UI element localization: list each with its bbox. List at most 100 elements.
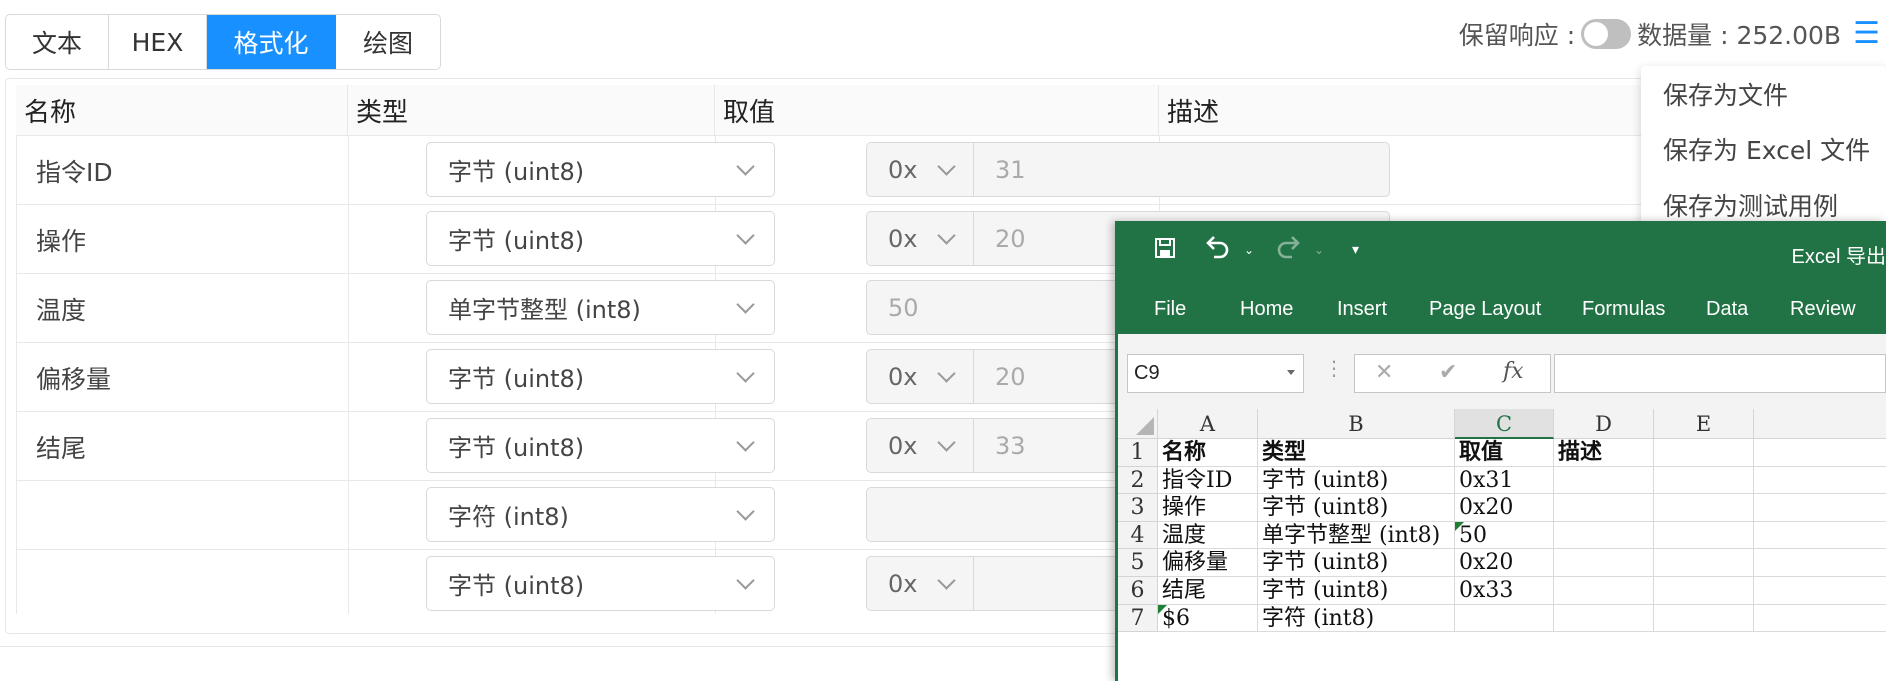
column-header-c[interactable]: C	[1455, 409, 1554, 439]
grid-cell[interactable]: 字节 (uint8)	[1258, 549, 1455, 577]
tab-plot[interactable]: 绘图	[336, 15, 440, 69]
ribbon-tab-review[interactable]: Review	[1790, 298, 1856, 321]
chevron-down-icon	[1287, 370, 1295, 375]
type-select[interactable]: 字节 (uint8)	[426, 418, 775, 473]
grid-cell[interactable]	[1654, 439, 1754, 467]
ribbon-tab-formulas[interactable]: Formulas	[1582, 298, 1665, 321]
grid-cell[interactable]	[1754, 577, 1886, 605]
type-select[interactable]: 字节 (uint8)	[426, 349, 775, 404]
keep-response-toggle[interactable]	[1581, 19, 1632, 49]
grid-cell[interactable]: 0x33	[1455, 577, 1554, 605]
grid-cell[interactable]: 0x20	[1455, 549, 1554, 577]
grid-cell[interactable]	[1754, 605, 1886, 633]
grid-cell[interactable]	[1654, 549, 1754, 577]
type-select[interactable]: 字符 (int8)	[426, 487, 775, 542]
grid-cell[interactable]: 偏移量	[1158, 549, 1258, 577]
grid-cell[interactable]	[1554, 466, 1654, 495]
formula-input[interactable]	[1554, 354, 1886, 393]
prefix-select[interactable]: 0x	[866, 349, 974, 404]
grid-cell[interactable]	[1654, 577, 1754, 605]
column-header-a[interactable]: A	[1158, 409, 1258, 439]
grid-cell[interactable]: 字符 (int8)	[1258, 604, 1455, 633]
grid-cell[interactable]	[1754, 494, 1886, 522]
row-header[interactable]: 7	[1118, 604, 1158, 633]
grid-cell[interactable]: 字节 (uint8)	[1258, 577, 1455, 605]
grid-cell[interactable]: 单字节整型 (int8)	[1258, 521, 1455, 550]
grid-cell[interactable]	[1554, 577, 1654, 605]
hamburger-menu-icon[interactable]: ☰	[1853, 19, 1880, 49]
type-select[interactable]: 字节 (uint8)	[426, 142, 775, 197]
value-input[interactable]: 31	[973, 142, 1390, 197]
type-select[interactable]: 单字节整型 (int8)	[426, 280, 775, 335]
grid-cell[interactable]: 0x20	[1455, 494, 1554, 522]
grid-cell[interactable]: 结尾	[1158, 577, 1258, 605]
name-box[interactable]: C9	[1127, 354, 1304, 393]
grid-cell[interactable]	[1754, 439, 1886, 467]
undo-dropdown-icon[interactable]: ⌄	[1244, 243, 1254, 257]
tab-hex[interactable]: HEX	[109, 15, 207, 69]
grid-cell[interactable]	[1554, 494, 1654, 522]
column-header-e[interactable]: E	[1654, 409, 1754, 439]
prefix-value: 0x	[888, 362, 918, 391]
grid-cell[interactable]: 描述	[1554, 439, 1654, 467]
grid-cell[interactable]	[1554, 604, 1654, 633]
grid-cell[interactable]	[1554, 549, 1654, 577]
grid-cell[interactable]: 操作	[1158, 494, 1258, 522]
ribbon-tab-file[interactable]: File	[1154, 298, 1186, 321]
save-icon[interactable]	[1154, 237, 1176, 266]
row-header[interactable]: 1	[1118, 439, 1158, 467]
row-header[interactable]: 2	[1118, 466, 1158, 495]
cancel-icon[interactable]: ✕	[1375, 359, 1393, 385]
row-header[interactable]: 6	[1118, 577, 1158, 605]
grid-cell[interactable]: 字节 (uint8)	[1258, 494, 1455, 522]
grid-cell[interactable]	[1754, 549, 1886, 577]
grid-cell[interactable]	[1654, 604, 1754, 633]
prefix-select[interactable]: 0x	[866, 418, 974, 473]
ribbon-tab-home[interactable]: Home	[1240, 298, 1293, 321]
menu-item-save-excel[interactable]: 保存为 Excel 文件	[1663, 131, 1870, 167]
tab-text[interactable]: 文本	[6, 15, 109, 69]
grid-cell[interactable]: 50	[1455, 521, 1554, 550]
column-header-d[interactable]: D	[1554, 409, 1654, 439]
grid-cell[interactable]: 指令ID	[1158, 466, 1258, 495]
grid-cell[interactable]: 0x31	[1455, 466, 1554, 495]
grid-cell[interactable]	[1654, 466, 1754, 495]
menu-item-save-file[interactable]: 保存为文件	[1663, 76, 1788, 112]
menu-item-save-testcase[interactable]: 保存为测试用例	[1663, 187, 1838, 223]
grid-cell[interactable]: 名称	[1158, 439, 1258, 467]
row-header[interactable]: 5	[1118, 549, 1158, 577]
redo-icon[interactable]	[1276, 235, 1302, 266]
redo-dropdown-icon[interactable]: ⌄	[1314, 243, 1324, 257]
grid-cell[interactable]: 类型	[1258, 439, 1455, 467]
row-header[interactable]: 4	[1118, 521, 1158, 550]
cell-text: 字节 (uint8)	[1262, 578, 1389, 603]
grid-cell[interactable]: 取值	[1455, 439, 1554, 467]
error-indicator-icon	[1158, 604, 1167, 614]
enter-icon[interactable]: ✔	[1439, 359, 1457, 385]
prefix-select[interactable]: 0x	[866, 211, 974, 266]
grid-cell[interactable]	[1754, 467, 1886, 495]
insert-function-icon[interactable]: fx	[1503, 359, 1524, 384]
undo-icon[interactable]	[1204, 235, 1230, 266]
grid-cell[interactable]: 温度	[1158, 521, 1258, 550]
prefix-select[interactable]: 0x	[866, 556, 974, 611]
grid-cell[interactable]	[1554, 521, 1654, 550]
grid-cell[interactable]	[1754, 522, 1886, 550]
row-header[interactable]: 3	[1118, 494, 1158, 522]
grid-cell[interactable]	[1455, 604, 1554, 633]
ribbon-tab-insert[interactable]: Insert	[1337, 298, 1387, 321]
type-select[interactable]: 字节 (uint8)	[426, 556, 775, 611]
ribbon-tab-page-layout[interactable]: Page Layout	[1429, 298, 1541, 321]
prefix-select[interactable]: 0x	[866, 142, 974, 197]
more-options-icon[interactable]: ⋮	[1324, 356, 1344, 381]
customize-toolbar-icon[interactable]: ▾	[1352, 241, 1359, 258]
tab-format[interactable]: 格式化	[207, 15, 336, 69]
select-all-corner[interactable]	[1118, 409, 1158, 439]
grid-cell[interactable]	[1654, 494, 1754, 522]
type-select[interactable]: 字节 (uint8)	[426, 211, 775, 266]
grid-cell[interactable]: 字节 (uint8)	[1258, 466, 1455, 495]
grid-cell[interactable]: $6	[1158, 604, 1258, 633]
column-header-b[interactable]: B	[1258, 409, 1455, 439]
ribbon-tab-data[interactable]: Data	[1706, 298, 1748, 321]
grid-cell[interactable]	[1654, 521, 1754, 550]
